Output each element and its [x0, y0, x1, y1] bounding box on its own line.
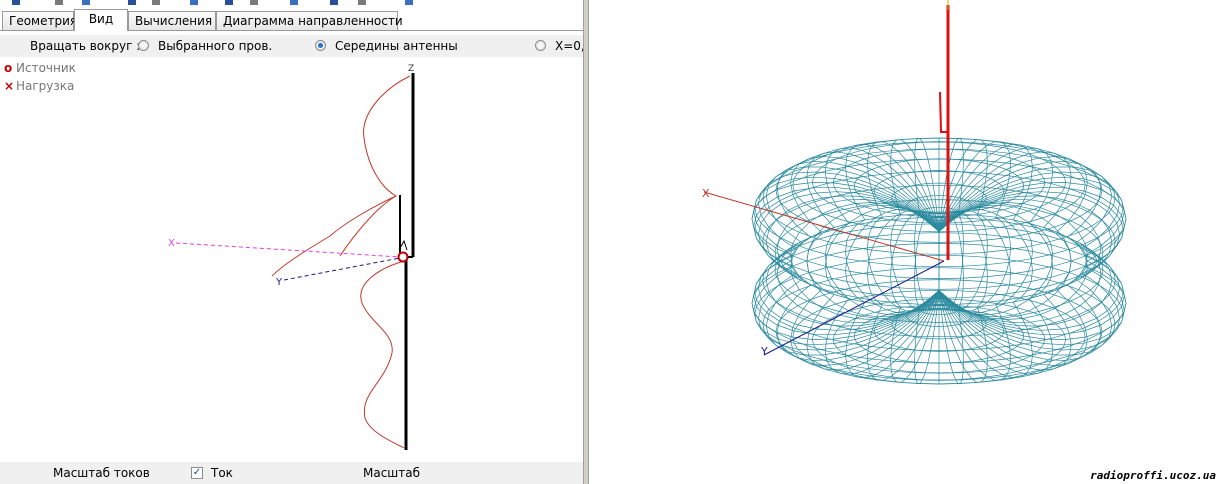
x-axis-3d-label: X — [702, 187, 710, 200]
antenna-view-pane: Геометрия Вид Вычисления Диаграмма напра… — [0, 0, 583, 484]
tab-radiation-pattern[interactable]: Диаграмма направленности — [216, 11, 403, 30]
radio-antenna-center[interactable] — [315, 40, 326, 51]
rotate-around-bar: Вращать вокруг : Выбранного пров. Середи… — [0, 35, 583, 57]
current-curve-stub — [339, 195, 397, 257]
toolbar-icon-10[interactable] — [330, 0, 338, 5]
radiation-pattern-3d-pane: X Y radioproffi.ucoz.ua — [589, 0, 1224, 484]
toolbar-icon-2[interactable] — [55, 0, 63, 5]
toolbar — [0, 0, 583, 8]
current-curve-lower — [360, 260, 405, 449]
z-axis-label: Z — [408, 64, 414, 74]
tab-geometry[interactable]: Геометрия — [2, 11, 77, 30]
toolbar-icon-3[interactable] — [82, 0, 90, 5]
current-scale-label: Масштаб токов — [53, 466, 150, 480]
x-axis-label: X — [168, 238, 175, 249]
scale-controls-bar: Масштаб токов ✓ Ток Масштаб — [0, 462, 583, 484]
watermark: radioproffi.ucoz.ua — [1088, 469, 1218, 482]
antenna-geometry-view[interactable]: X Y Z — [0, 58, 583, 462]
pattern-wireframe — [751, 137, 1127, 385]
toolbar-icon-11[interactable] — [358, 0, 366, 5]
radio-selected-wire[interactable] — [138, 40, 149, 51]
tab-calculations[interactable]: Вычисления — [128, 11, 216, 30]
radio-selected-wire-label[interactable]: Выбранного пров. — [158, 39, 272, 53]
source-feed-point[interactable] — [397, 251, 409, 263]
tab-bar: Геометрия Вид Вычисления Диаграмма напра… — [0, 9, 583, 31]
toolbar-icon-7[interactable] — [225, 0, 233, 5]
y-axis-3d-label: Y — [760, 345, 768, 358]
radio-antenna-center-label[interactable]: Середины антенны — [335, 39, 458, 53]
toolbar-icon-5[interactable] — [152, 0, 160, 5]
current-curve-upper — [271, 75, 411, 277]
current-checkbox-label[interactable]: Ток — [211, 466, 233, 480]
toolbar-icon-4[interactable] — [128, 0, 136, 5]
tab-view[interactable]: Вид — [74, 9, 128, 31]
antenna-3d-stub — [939, 91, 947, 133]
radiation-pattern-3d[interactable]: X Y — [589, 0, 1224, 484]
toolbar-icon-6[interactable] — [190, 0, 198, 5]
scale-label: Масштаб — [363, 466, 421, 480]
x-axis-3d — [703, 191, 945, 262]
current-checkbox[interactable]: ✓ — [191, 467, 203, 479]
toolbar-icon-9[interactable] — [290, 0, 298, 5]
rotate-label: Вращать вокруг : — [30, 39, 141, 53]
y-axis-label: Y — [275, 277, 283, 288]
radio-x0-label[interactable]: X=0, — [555, 39, 583, 53]
toolbar-icon-8[interactable] — [250, 0, 258, 5]
toolbar-icon-12[interactable] — [405, 0, 413, 5]
radio-x0[interactable] — [535, 40, 546, 51]
x-axis-line — [175, 242, 401, 258]
toolbar-icon-1[interactable] — [12, 0, 20, 5]
